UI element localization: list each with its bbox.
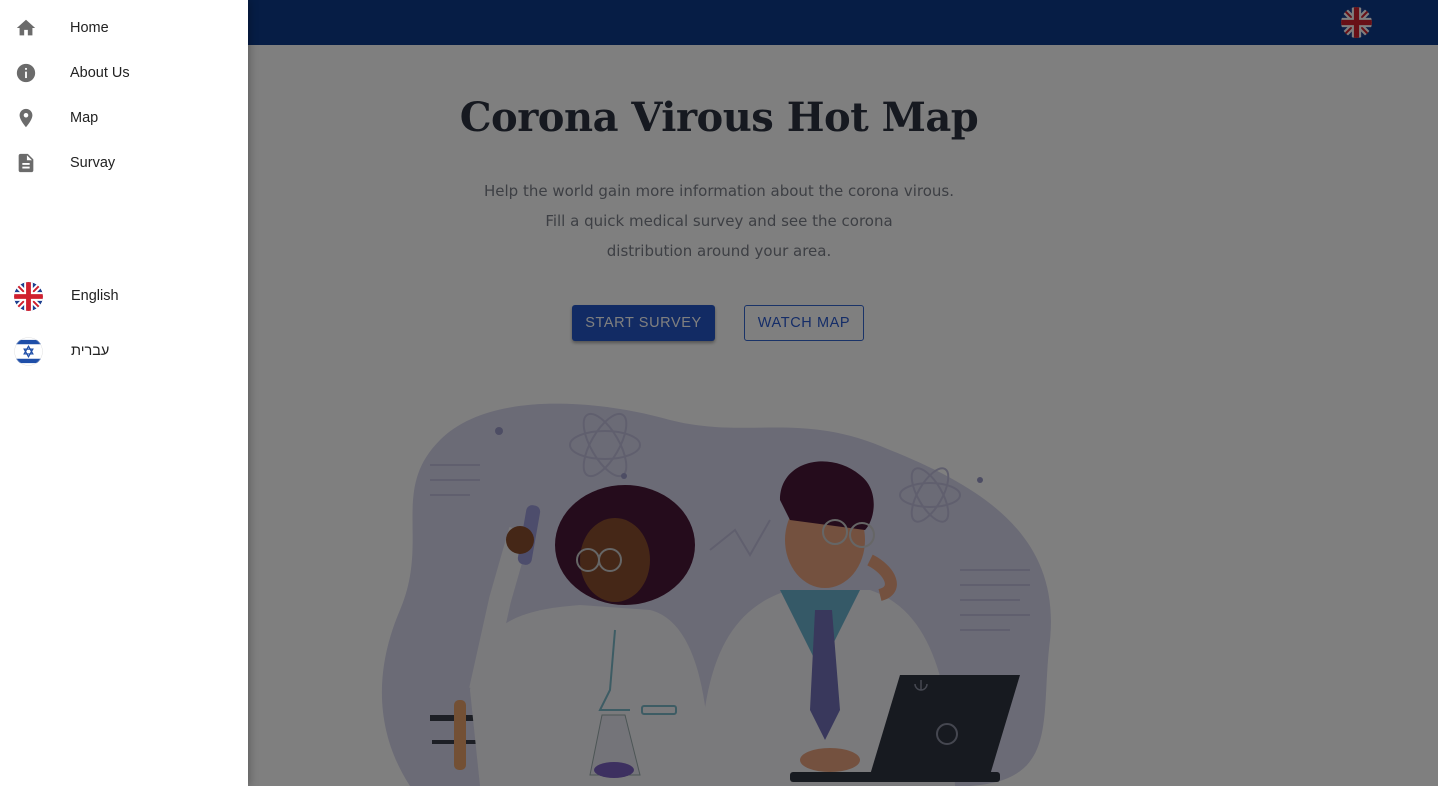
nav-item-about-us[interactable]: About Us [0, 50, 248, 95]
uk-flag-icon [14, 281, 43, 311]
home-icon [16, 19, 36, 35]
nav-label: Home [70, 19, 109, 36]
nav-label: Map [70, 109, 99, 126]
language-item-hebrew[interactable]: עברית [0, 326, 248, 376]
nav-label: Survay [70, 154, 116, 171]
document-icon [18, 153, 34, 172]
location-pin-icon [19, 108, 33, 127]
israel-flag-icon [14, 336, 43, 366]
nav-item-survey[interactable]: Survay [0, 140, 248, 185]
info-icon [16, 63, 36, 82]
language-label: English [71, 288, 119, 304]
navigation-drawer: Home About Us Map Survay English עברית [0, 0, 248, 786]
language-label: עברית [71, 343, 110, 359]
language-item-english[interactable]: English [0, 271, 248, 321]
nav-item-home[interactable]: Home [0, 5, 248, 50]
nav-item-map[interactable]: Map [0, 95, 248, 140]
nav-label: About Us [70, 64, 130, 81]
